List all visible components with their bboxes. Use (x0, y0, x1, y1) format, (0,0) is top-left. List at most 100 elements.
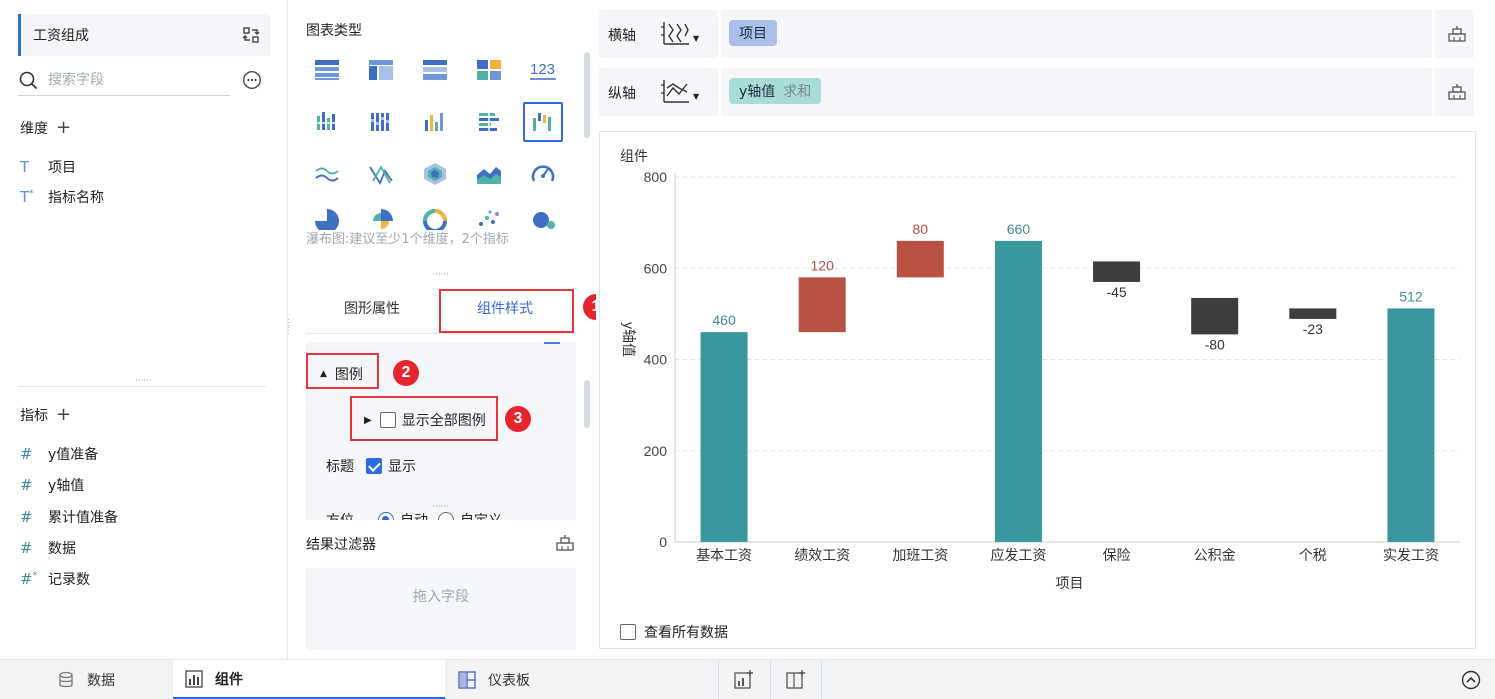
chevron-down-icon[interactable]: ▼ (693, 92, 699, 101)
chart-type-scrollbar[interactable] (584, 52, 590, 138)
y-tick-label: 800 (644, 169, 668, 185)
y-tick-label: 200 (644, 443, 668, 459)
view-all-data-option[interactable]: 查看所有数据 (620, 622, 728, 642)
waterfall-bar (994, 240, 1042, 542)
x-tick-label: 加班工资 (892, 547, 948, 563)
panel-resize-handle[interactable]: ⋯⋯ (432, 270, 449, 280)
dimension-field-metric-name[interactable]: T* 指标名称 (20, 186, 104, 208)
panel-resize-handle[interactable]: ⋯⋯ (432, 502, 449, 512)
add-dimension-button[interactable]: + (56, 119, 71, 137)
data-panel: 工资组成 维度 + T 项目 T* 指标名称 ⋯⋯ 指标 + # (0, 0, 288, 659)
bubble-chart-icon[interactable] (523, 202, 563, 230)
y-axis-settings-icon[interactable] (1447, 82, 1467, 102)
waterfall-chart: 0 200 400 600 800 y轴值 460 基本工资 120 绩效工资 80 加班工资 660 应… (621, 169, 1460, 591)
chart-type-hint: 瀑布图:建议至少1个维度，2个指标 (306, 232, 509, 247)
dataset-selector[interactable]: 工资组成 (18, 14, 270, 56)
waterfall-bar (1093, 261, 1141, 282)
result-filter-title: 结果过滤器 (306, 537, 376, 553)
radar-chart-icon[interactable] (415, 154, 455, 194)
x-tick-label: 保险 (1103, 547, 1131, 563)
view-all-data-checkbox[interactable] (620, 624, 636, 640)
filter-drop-zone[interactable]: 拖入字段 (306, 568, 576, 650)
chart-panel: 横轴 ▼ 项目 纵轴 ▼ y轴值 求和 组件 0 200 400 600 800… (596, 0, 1495, 659)
data-label: -45 (1106, 284, 1126, 300)
data-label: 660 (1007, 221, 1031, 237)
properties-scrollbar[interactable] (584, 380, 590, 428)
donut-chart-icon[interactable] (415, 202, 455, 230)
divider (1432, 10, 1435, 58)
data-label: 120 (811, 257, 835, 273)
divider (1432, 68, 1435, 116)
y-axis-field-pill[interactable]: y轴值 求和 (729, 78, 822, 104)
y-tick-label: 400 (644, 352, 668, 368)
x-tick-label: 个税 (1299, 547, 1327, 563)
title-show-checkbox[interactable] (366, 458, 382, 474)
tab-data[interactable]: 数据 (0, 660, 172, 699)
more-options-icon[interactable] (242, 70, 262, 90)
x-axis-shelf: 横轴 ▼ 项目 (599, 10, 1474, 58)
gauge-chart-icon[interactable] (523, 154, 563, 194)
number-card-icon[interactable]: 123 (523, 50, 563, 90)
measure-field-item[interactable]: # y轴值 (20, 474, 84, 496)
x-tick-label: 实发工资 (1383, 547, 1439, 563)
data-label: 80 (913, 221, 929, 237)
waterfall-bar (1191, 297, 1239, 335)
x-axis-title: 项目 (1056, 575, 1084, 591)
add-component-icon[interactable] (734, 670, 754, 690)
text-icon: T (20, 158, 30, 176)
measure-field-item[interactable]: # 数据 (20, 537, 76, 559)
dimensions-header: 维度 + (20, 117, 72, 138)
rose-chart-icon[interactable] (361, 202, 401, 230)
bar-chart-icon (185, 669, 203, 688)
search-input[interactable] (48, 71, 218, 88)
horizontal-bar-icon[interactable] (469, 102, 509, 142)
x-tick-label: 基本工资 (696, 547, 752, 563)
chevron-down-icon[interactable]: ▼ (693, 34, 699, 43)
x-axis-settings-icon[interactable] (1447, 24, 1467, 44)
tab-graphic-properties[interactable]: 图形属性 (344, 298, 400, 318)
add-dashboard-icon[interactable] (786, 670, 806, 690)
annotation-box-3 (350, 396, 498, 441)
tab-dashboard[interactable]: 仪表板 (446, 660, 718, 699)
scatter-chart-icon[interactable] (469, 202, 509, 230)
multi-series-bar-icon[interactable] (415, 102, 455, 142)
data-label: -23 (1303, 321, 1323, 337)
detail-table-icon[interactable] (415, 50, 455, 90)
collapse-indicator (544, 342, 560, 344)
kpi-card-icon[interactable] (469, 50, 509, 90)
crosstab-chart-icon[interactable] (361, 50, 401, 90)
y-tick-label: 600 (644, 260, 668, 276)
switch-dataset-icon[interactable] (242, 26, 260, 44)
position-auto-radio[interactable] (378, 512, 394, 520)
measures-header: 指标 + (20, 404, 72, 425)
waterfall-bar (896, 240, 944, 278)
filter-settings-icon[interactable] (555, 534, 575, 552)
annotation-badge-2: 2 (393, 360, 419, 386)
chart-card: 组件 0 200 400 600 800 y轴值 460 基本工资 120 绩效工资 80 加班工资 6… (599, 131, 1476, 649)
x-axis-field-pill[interactable]: 项目 (729, 20, 777, 46)
position-custom-radio[interactable] (438, 512, 454, 520)
measure-field-item[interactable]: # 累计值准备 (20, 506, 118, 528)
line-chart-icon[interactable] (307, 154, 347, 194)
waterfall-chart-icon[interactable] (523, 102, 563, 142)
pie-chart-icon[interactable] (307, 202, 347, 230)
table-chart-icon[interactable] (307, 50, 347, 90)
position-option-row: 方位 自动 自定义 (326, 510, 502, 520)
area-chart-icon[interactable] (469, 154, 509, 194)
measure-field-record-count[interactable]: #* 记录数 (20, 568, 90, 590)
field-search[interactable] (18, 64, 230, 96)
collapse-up-icon[interactable] (1461, 670, 1481, 690)
data-label: 512 (1399, 288, 1423, 304)
tab-component[interactable]: 组件 (173, 660, 445, 699)
radar-line-icon[interactable] (361, 154, 401, 194)
y-axis-type-icon[interactable] (661, 78, 691, 106)
x-tick-label: 公积金 (1194, 547, 1236, 563)
panel-resize-handle[interactable]: ⋯⋯ (135, 376, 152, 386)
x-axis-type-icon[interactable] (661, 20, 691, 48)
measure-field-item[interactable]: # y值准备 (20, 443, 98, 465)
dimension-field-item[interactable]: T 项目 (20, 156, 76, 178)
divider (821, 660, 822, 699)
add-measure-button[interactable]: + (56, 406, 71, 424)
stacked-bar-icon[interactable] (361, 102, 401, 142)
grouped-bar-icon[interactable] (307, 102, 347, 142)
